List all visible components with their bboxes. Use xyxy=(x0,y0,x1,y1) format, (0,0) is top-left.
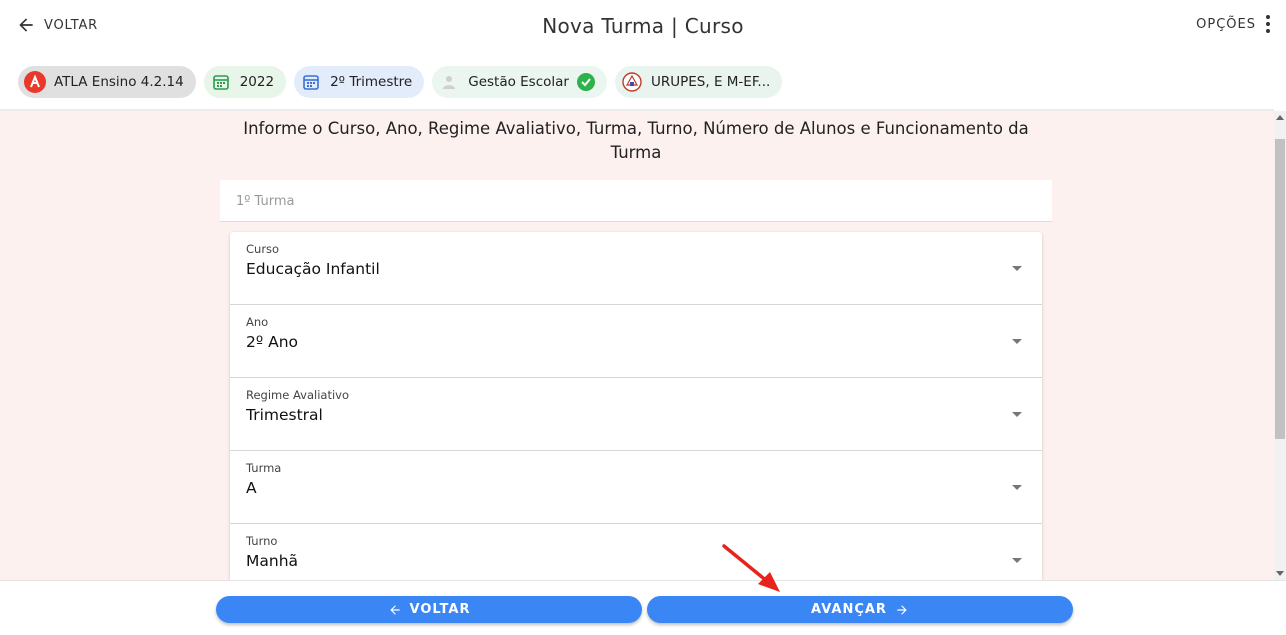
select-curso[interactable]: Curso Educação Infantil xyxy=(230,232,1042,305)
select-turno[interactable]: Turno Manhã xyxy=(230,524,1042,580)
chip-module[interactable]: Gestão Escolar xyxy=(432,66,607,98)
page-title: Nova Turma | Curso xyxy=(542,14,744,38)
chip-period[interactable]: 2º Trimestre xyxy=(294,66,425,98)
field-value: Trimestral xyxy=(246,406,323,424)
context-chips: ATLA Ensino 4.2.14 2022 2º Trimestre Ges… xyxy=(18,66,783,98)
atla-logo-icon xyxy=(24,71,46,93)
check-circle-icon xyxy=(576,73,595,91)
dropdown-arrow-icon xyxy=(1012,266,1022,271)
dropdown-arrow-icon xyxy=(1012,339,1022,344)
chip-year[interactable]: 2022 xyxy=(203,66,287,98)
chip-label: ATLA Ensino 4.2.14 xyxy=(54,74,184,90)
field-value: Educação Infantil xyxy=(246,260,380,278)
calendar-icon xyxy=(210,71,232,93)
scrollbar-thumb[interactable] xyxy=(1275,139,1285,439)
calendar-icon xyxy=(300,71,322,93)
scroll-up-arrow-icon[interactable] xyxy=(1276,115,1284,120)
field-label: Curso xyxy=(246,242,280,256)
field-label: Ano xyxy=(246,315,269,329)
back-button-label: VOLTAR xyxy=(409,602,471,617)
chip-label: 2º Trimestre xyxy=(330,74,413,90)
field-label: Regime Avaliativo xyxy=(246,388,350,402)
select-turma[interactable]: Turma A xyxy=(230,451,1042,524)
dropdown-arrow-icon xyxy=(1012,485,1022,490)
arrow-right-icon xyxy=(897,604,907,615)
vertical-scrollbar[interactable] xyxy=(1274,111,1286,580)
arrow-left-icon xyxy=(389,604,400,615)
chip-label: Gestão Escolar xyxy=(468,74,569,90)
form-instructions: Informe o Curso, Ano, Regime Avaliativo,… xyxy=(243,119,1029,162)
back-button[interactable]: VOLTAR xyxy=(216,596,642,623)
scroll-down-arrow-icon[interactable] xyxy=(1276,571,1284,576)
field-value: Manhã xyxy=(246,552,299,570)
options-menu-button[interactable]: OPÇÕES xyxy=(1196,15,1270,33)
select-ano[interactable]: Ano 2º Ano xyxy=(230,305,1042,378)
chip-label: URUPES, E M-EF... xyxy=(650,74,771,90)
field-value: A xyxy=(246,479,257,497)
person-icon xyxy=(438,71,460,93)
select-regime-avaliativo[interactable]: Regime Avaliativo Trimestral xyxy=(230,378,1042,451)
field-value: 2º Ano xyxy=(246,333,299,351)
dropdown-arrow-icon xyxy=(1012,558,1022,563)
main-content: Informe o Curso, Ano, Regime Avaliativo,… xyxy=(0,111,1274,580)
footer-actions: VOLTAR AVANÇAR xyxy=(0,580,1286,635)
kebab-menu-icon xyxy=(1266,15,1270,33)
next-button-label: AVANÇAR xyxy=(811,602,887,617)
annotation-arrow-icon xyxy=(722,544,780,592)
chip-system-version[interactable]: ATLA Ensino 4.2.14 xyxy=(18,66,196,98)
chip-label: 2022 xyxy=(239,74,275,90)
turma-section-header: 1º Turma xyxy=(220,180,1052,222)
field-label: Turma xyxy=(246,461,282,475)
next-button[interactable]: AVANÇAR xyxy=(647,596,1073,623)
field-label: Turno xyxy=(246,534,278,548)
chip-school[interactable]: URUPES, E M-EF... xyxy=(614,66,783,98)
top-bar: VOLTAR Nova Turma | Curso OPÇÕES xyxy=(0,0,1286,54)
dropdown-arrow-icon xyxy=(1012,412,1022,417)
school-crest-icon xyxy=(621,71,643,93)
course-form-card: Curso Educação Infantil Ano 2º Ano Regim… xyxy=(230,232,1042,580)
options-label: OPÇÕES xyxy=(1196,16,1256,32)
